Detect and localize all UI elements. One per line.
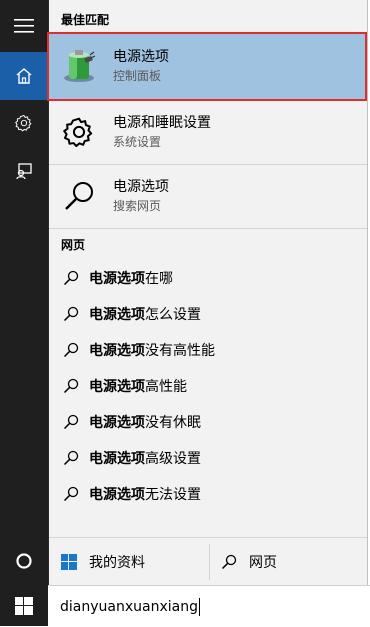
search-icon bbox=[61, 448, 81, 468]
battery-power-icon bbox=[59, 46, 99, 86]
home-button[interactable] bbox=[0, 52, 48, 100]
result-title: 电源选项 bbox=[113, 49, 169, 65]
divider bbox=[49, 228, 367, 229]
result-subtitle: 搜索网页 bbox=[113, 199, 162, 213]
search-icon bbox=[59, 176, 99, 216]
web-filter-label: 网页 bbox=[249, 555, 277, 571]
best-match-heading: 最佳匹配 bbox=[61, 13, 110, 27]
search-query: dianyuanxuanxiang bbox=[60, 598, 198, 615]
settings-button[interactable] bbox=[0, 99, 48, 147]
left-rail bbox=[0, 0, 48, 626]
suggestion-match: 电源选项 bbox=[89, 379, 145, 395]
suggestion-match: 电源选项 bbox=[89, 451, 145, 467]
suggestion-rest: 无法设置 bbox=[145, 487, 201, 503]
divider bbox=[209, 544, 210, 580]
web-suggestion[interactable]: 电源选项高性能 bbox=[49, 368, 367, 404]
result-power-sleep-settings[interactable]: 电源和睡眠设置 系统设置 bbox=[49, 101, 367, 163]
result-title: 电源和睡眠设置 bbox=[113, 115, 211, 131]
web-suggestion[interactable]: 电源选项怎么设置 bbox=[49, 296, 367, 332]
search-input[interactable]: dianyuanxuanxiang bbox=[48, 585, 370, 627]
suggestion-match: 电源选项 bbox=[89, 307, 145, 323]
web-suggestion[interactable]: 电源选项无法设置 bbox=[49, 476, 367, 512]
my-stuff-label: 我的资料 bbox=[89, 555, 145, 571]
search-icon bbox=[61, 268, 81, 288]
search-icon bbox=[61, 376, 81, 396]
search-icon bbox=[61, 304, 81, 324]
home-icon bbox=[16, 68, 32, 84]
windows-logo-icon bbox=[61, 554, 77, 570]
filter-bar: 我的资料 网页 bbox=[49, 537, 367, 586]
suggestion-rest: 高级设置 bbox=[145, 451, 201, 467]
cortana-button[interactable] bbox=[0, 537, 48, 585]
web-filter-button[interactable]: 网页 bbox=[221, 538, 361, 586]
suggestion-rest: 没有休眠 bbox=[145, 415, 201, 431]
suggestion-rest: 在哪 bbox=[145, 271, 173, 287]
result-subtitle: 控制面板 bbox=[113, 69, 162, 83]
text-caret bbox=[198, 597, 200, 616]
suggestion-rest: 怎么设置 bbox=[145, 307, 201, 323]
gear-icon bbox=[15, 115, 32, 132]
result-power-options-control-panel[interactable]: 电源选项 控制面板 bbox=[47, 32, 367, 101]
start-button[interactable] bbox=[0, 585, 48, 626]
cortana-circle-icon bbox=[16, 553, 32, 569]
search-icon bbox=[61, 412, 81, 432]
search-icon bbox=[61, 484, 81, 504]
feedback-button[interactable] bbox=[0, 147, 48, 195]
feedback-icon bbox=[16, 163, 32, 180]
windows-logo-icon bbox=[15, 596, 33, 615]
my-stuff-button[interactable]: 我的资料 bbox=[61, 538, 207, 586]
search-icon bbox=[221, 554, 237, 570]
web-suggestion[interactable]: 电源选项在哪 bbox=[49, 260, 367, 296]
suggestion-rest: 没有高性能 bbox=[145, 343, 215, 359]
web-suggestion[interactable]: 电源选项高级设置 bbox=[49, 440, 367, 476]
search-results-panel: 最佳匹配 电源选项 控制面板 电源和睡眠设置 系统设置 电源选项 搜索网页 网页… bbox=[47, 0, 368, 586]
result-subtitle: 系统设置 bbox=[113, 135, 162, 149]
hamburger-icon bbox=[14, 19, 34, 33]
suggestion-match: 电源选项 bbox=[89, 487, 145, 503]
suggestion-match: 电源选项 bbox=[89, 343, 145, 359]
gear-icon bbox=[59, 112, 99, 152]
web-heading: 网页 bbox=[61, 238, 86, 252]
search-icon bbox=[61, 340, 81, 360]
suggestion-rest: 高性能 bbox=[145, 379, 187, 395]
result-power-options-web[interactable]: 电源选项 搜索网页 bbox=[49, 165, 367, 227]
web-suggestion[interactable]: 电源选项没有休眠 bbox=[49, 404, 367, 440]
suggestion-match: 电源选项 bbox=[89, 271, 145, 287]
result-title: 电源选项 bbox=[113, 179, 169, 195]
suggestion-match: 电源选项 bbox=[89, 415, 145, 431]
web-suggestion[interactable]: 电源选项没有高性能 bbox=[49, 332, 367, 368]
menu-button[interactable] bbox=[0, 2, 48, 50]
